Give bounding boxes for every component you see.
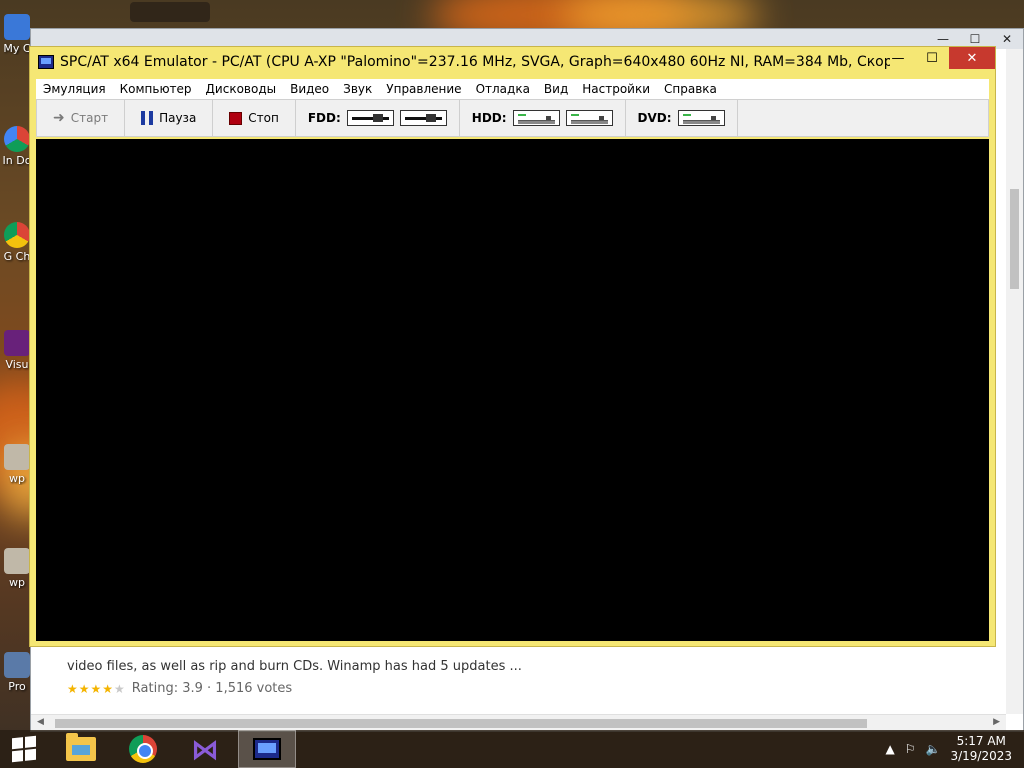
network-icon[interactable]: ⚐ xyxy=(905,742,916,756)
fdd-group: FDD: xyxy=(296,100,460,136)
taskbar-file-explorer[interactable] xyxy=(52,730,110,768)
menu-control[interactable]: Управление xyxy=(379,82,468,96)
desktop-icon-pro[interactable]: Pro xyxy=(0,652,34,693)
chrome-icon xyxy=(4,222,30,248)
pause-button[interactable]: Пауза xyxy=(125,100,214,136)
volume-icon[interactable]: 🔈 xyxy=(926,742,941,756)
menu-sound[interactable]: Звук xyxy=(336,82,379,96)
system-tray: ▲ ⚐ 🔈 5:17 AM 3/19/2023 xyxy=(886,730,1024,768)
stars-empty: ★ xyxy=(114,681,126,696)
stop-button[interactable]: Стоп xyxy=(213,100,296,136)
dvd-group: DVD: xyxy=(626,100,738,136)
pause-label: Пауза xyxy=(159,111,197,125)
menu-debug[interactable]: Отладка xyxy=(469,82,537,96)
search-result-rating: ★★★★★ Rating: 3.9 · 1,516 votes xyxy=(67,681,292,696)
hard-drive-1-icon[interactable] xyxy=(512,110,560,126)
floppy-drive-b-icon[interactable] xyxy=(399,110,447,126)
menu-video[interactable]: Видео xyxy=(283,82,336,96)
window-controls: — ☐ ✕ xyxy=(881,47,995,69)
window-title: SPC/AT x64 Emulator - PC/AT (CPU A-XP "P… xyxy=(60,54,890,70)
stars-filled: ★★★★ xyxy=(67,681,115,696)
taskbar: ⋈ ▲ ⚐ 🔈 5:17 AM 3/19/2023 xyxy=(0,730,1024,768)
star-rating-icon: ★★★★★ xyxy=(67,682,126,696)
start-label: Старт xyxy=(70,111,109,125)
pause-icon xyxy=(141,111,154,125)
dvd-drive-icon[interactable] xyxy=(677,110,725,126)
rating-text: Rating: 3.9 · 1,516 votes xyxy=(131,681,293,696)
play-arrow-icon: ➜ xyxy=(53,110,65,126)
menu-emulation[interactable]: Эмуляция xyxy=(36,82,113,96)
floppy-drive-a-icon[interactable] xyxy=(346,110,394,126)
clock-date: 3/19/2023 xyxy=(950,749,1012,763)
menu-bar: Эмуляция Компьютер Дисководы Видео Звук … xyxy=(36,79,989,99)
start-button-windows[interactable] xyxy=(0,730,48,768)
menu-computer[interactable]: Компьютер xyxy=(113,82,199,96)
taskbar-visual-studio[interactable]: ⋈ xyxy=(176,730,234,768)
stop-icon xyxy=(229,111,243,125)
maximize-button[interactable]: ☐ xyxy=(915,47,949,69)
clock[interactable]: 5:17 AM 3/19/2023 xyxy=(950,734,1012,764)
folder-icon xyxy=(66,733,96,761)
download-manager-icon xyxy=(4,126,30,152)
emulator-window: SPC/AT x64 Emulator - PC/AT (CPU A-XP "P… xyxy=(29,46,996,647)
emulator-display[interactable] xyxy=(36,139,989,641)
scroll-left-icon[interactable]: ◀ xyxy=(37,717,44,727)
wallpaper-aircraft xyxy=(130,2,210,22)
emulator-monitor-icon xyxy=(253,738,281,760)
emulator-titlebar[interactable]: SPC/AT x64 Emulator - PC/AT (CPU A-XP "P… xyxy=(30,47,995,77)
scroll-right-icon[interactable]: ▶ xyxy=(993,717,1000,727)
search-result-snippet: video files, as well as rip and burn CDs… xyxy=(67,659,522,674)
file-icon xyxy=(4,444,30,470)
show-hidden-icons-icon[interactable]: ▲ xyxy=(886,742,895,756)
fdd-label: FDD: xyxy=(307,111,341,125)
toolbar: ➜ Старт Пауза Стоп FDD: HDD: DVD: xyxy=(36,99,989,137)
vertical-scrollbar[interactable] xyxy=(1006,49,1023,714)
computer-icon xyxy=(4,14,30,40)
taskbar-spc-at-emulator[interactable] xyxy=(238,730,296,768)
emulator-app-icon[interactable] xyxy=(38,55,54,69)
start-button[interactable]: ➜ Старт xyxy=(37,100,126,136)
dvd-label: DVD: xyxy=(637,111,672,125)
file-icon xyxy=(4,548,30,574)
scrollbar-thumb[interactable] xyxy=(55,719,867,728)
program-icon xyxy=(4,652,30,678)
windows-logo-icon xyxy=(12,735,36,763)
horizontal-scrollbar[interactable]: ◀ ▶ xyxy=(31,714,1006,731)
taskbar-google-chrome[interactable] xyxy=(114,730,172,768)
menu-drives[interactable]: Дисководы xyxy=(199,82,284,96)
close-button[interactable]: ✕ xyxy=(949,47,995,69)
hdd-label: HDD: xyxy=(471,111,507,125)
menu-view[interactable]: Вид xyxy=(537,82,575,96)
hard-drive-2-icon[interactable] xyxy=(565,110,613,126)
minimize-button[interactable]: — xyxy=(881,47,915,69)
visual-studio-icon xyxy=(4,330,30,356)
menu-help[interactable]: Справка xyxy=(657,82,724,96)
clock-time: 5:17 AM xyxy=(956,734,1006,748)
hdd-group: HDD: xyxy=(460,100,626,136)
scrollbar-thumb[interactable] xyxy=(1010,189,1019,289)
desktop-icon-label: Pro xyxy=(8,680,26,693)
menu-settings[interactable]: Настройки xyxy=(575,82,657,96)
chrome-icon xyxy=(129,735,157,763)
stop-label: Стоп xyxy=(248,111,279,125)
visual-studio-icon: ⋈ xyxy=(191,732,219,766)
